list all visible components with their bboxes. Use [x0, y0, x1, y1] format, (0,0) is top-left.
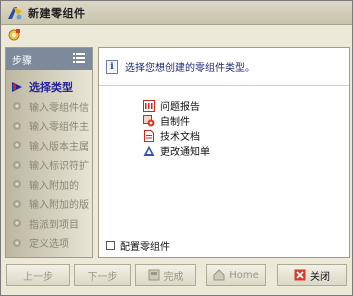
- list-view-icon[interactable]: [73, 52, 85, 66]
- step-pending-icon: [11, 139, 23, 151]
- steps-header-label: 步骤: [12, 55, 32, 67]
- steps-header: 步骤: [6, 48, 92, 70]
- steps-panel: 步骤 选择类型 输入零组件信 输入零组件主 输入版本主属 输入标识符扩 输入附加…: [5, 47, 93, 258]
- configure-item-label: 配置零组件: [120, 242, 170, 253]
- back-button[interactable]: 上一步: [6, 264, 70, 286]
- step-pending-icon: [11, 217, 23, 229]
- info-icon: i: [106, 59, 118, 74]
- step-label: 输入零组件信: [29, 102, 89, 114]
- close-label: 关闭: [310, 271, 330, 283]
- step-label: 输入标识符扩: [29, 161, 89, 173]
- step-label: 输入版本主属: [29, 141, 89, 153]
- type-label: 问题报告: [160, 102, 200, 113]
- step-revision-master[interactable]: 输入版本主属: [6, 136, 92, 156]
- step-label: 指派到项目: [29, 219, 79, 231]
- step-label: 定义选项: [29, 239, 69, 251]
- configure-item-row: 配置零组件: [106, 238, 170, 253]
- type-item-change-notice[interactable]: 更改通知单: [143, 143, 210, 158]
- close-icon: [294, 269, 306, 281]
- type-item-made-part[interactable]: 自制件: [143, 113, 210, 128]
- step-additional[interactable]: 输入附加的: [6, 175, 92, 195]
- content-panel: i 选择您想创建的零组件类型。 问题报告 自制件 技术文档 更改通知单 配置零组…: [98, 47, 350, 258]
- app-logo-icon: [6, 5, 24, 21]
- problem-report-icon: [143, 99, 155, 112]
- button-bar: 上一步 下一步 完成 Home 关闭: [1, 264, 352, 288]
- close-button[interactable]: 关闭: [277, 264, 347, 286]
- prompt-row: i 选择您想创建的零组件类型。: [99, 48, 349, 86]
- finish-button[interactable]: 完成: [135, 264, 196, 286]
- step-label: 输入附加的版: [29, 200, 89, 212]
- home-label: Home: [229, 269, 259, 281]
- step-identifier[interactable]: 输入标识符扩: [6, 155, 92, 175]
- configure-item-checkbox[interactable]: [106, 241, 115, 250]
- step-label: 选择类型: [29, 80, 73, 94]
- made-part-icon: [143, 114, 155, 127]
- type-label: 更改通知单: [160, 147, 210, 158]
- step-select-type[interactable]: 选择类型: [6, 77, 92, 97]
- step-pending-icon: [11, 159, 23, 171]
- step-additional-revision[interactable]: 输入附加的版: [6, 194, 92, 214]
- next-label: 下一步: [87, 271, 118, 283]
- toolbar: [1, 25, 352, 45]
- type-label: 技术文档: [160, 132, 200, 143]
- finish-label: 完成: [163, 271, 184, 283]
- step-pending-icon: [11, 237, 23, 249]
- home-icon: [213, 269, 225, 281]
- type-item-problem-report[interactable]: 问题报告: [143, 98, 210, 113]
- step-item-master[interactable]: 输入零组件主: [6, 116, 92, 136]
- step-pending-icon: [11, 120, 23, 132]
- current-step-icon: [11, 81, 23, 93]
- window-title: 新建零组件: [28, 6, 86, 20]
- next-button[interactable]: 下一步: [74, 264, 131, 286]
- step-item-info[interactable]: 输入零组件信: [6, 97, 92, 117]
- type-item-tech-doc[interactable]: 技术文档: [143, 128, 210, 143]
- home-button[interactable]: Home: [206, 264, 266, 286]
- step-assign-project[interactable]: 指派到项目: [6, 214, 92, 234]
- step-define-options[interactable]: 定义选项: [6, 233, 92, 253]
- step-pending-icon: [11, 100, 23, 112]
- type-list: 问题报告 自制件 技术文档 更改通知单: [143, 98, 210, 158]
- type-label: 自制件: [160, 117, 190, 128]
- title-bar: 新建零组件: [1, 1, 352, 25]
- finish-icon: [148, 269, 160, 281]
- new-item-icon[interactable]: [7, 28, 21, 42]
- change-notice-icon: [143, 145, 155, 157]
- back-label: 上一步: [23, 271, 53, 283]
- step-label: 输入附加的: [29, 180, 79, 192]
- steps-list: 选择类型 输入零组件信 输入零组件主 输入版本主属 输入标识符扩 输入附加的 输…: [6, 70, 92, 253]
- prompt-text: 选择您想创建的零组件类型。: [125, 63, 255, 74]
- step-pending-icon: [11, 198, 23, 210]
- tech-doc-icon: [143, 129, 155, 142]
- step-label: 输入零组件主: [29, 122, 89, 134]
- step-pending-icon: [11, 178, 23, 190]
- new-item-dialog: 新建零组件 步骤 选择类型 输入零组件信 输入零组件主 输入版本主属 输入标识符…: [0, 0, 353, 296]
